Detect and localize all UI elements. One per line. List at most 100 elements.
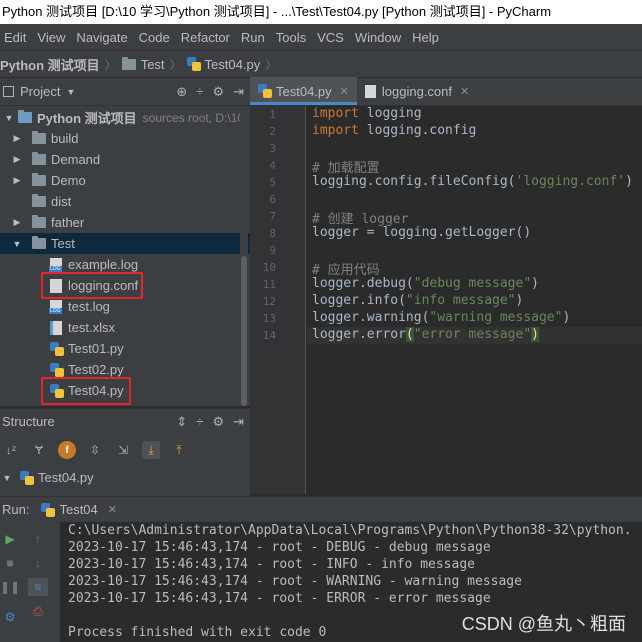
close-icon[interactable]: ✕ bbox=[340, 85, 349, 98]
tree-item-label: father bbox=[51, 215, 85, 230]
tree-item-label: example.log bbox=[68, 257, 139, 272]
rerun-icon[interactable]: ▶ bbox=[0, 530, 20, 548]
tree-item-label: Python 测试项目 bbox=[37, 111, 137, 126]
autoscroll-from-source-icon[interactable]: ⤒ bbox=[170, 441, 188, 459]
tree-item-label: Test02.py bbox=[68, 362, 124, 377]
gear-icon[interactable]: ⚙ bbox=[212, 414, 224, 430]
console-line: C:\Users\Administrator\AppData\Local\Pro… bbox=[68, 523, 632, 538]
tree-item-demo[interactable]: ▶ Demo bbox=[0, 170, 250, 191]
expand-icon[interactable]: ⇳ bbox=[86, 441, 104, 459]
breadcrumb-file-label: Test04.py bbox=[204, 56, 261, 72]
code-editor[interactable]: 1 2 3 4 5 6 7 8 9 10 11 12 13 14 import … bbox=[250, 106, 642, 494]
tree-item-test-log[interactable]: test.log bbox=[0, 296, 250, 317]
breadcrumb-project[interactable]: Python 测试项目 bbox=[0, 55, 100, 74]
chevron-down-icon[interactable]: ▼ bbox=[4, 113, 14, 123]
print-icon[interactable]: ⎙ bbox=[28, 602, 48, 620]
folder-icon bbox=[32, 131, 46, 144]
close-icon[interactable]: ✕ bbox=[108, 503, 117, 516]
breadcrumb-file[interactable]: Test04.py bbox=[186, 56, 261, 72]
line-number: 8 bbox=[269, 227, 276, 240]
project-tree: ▼ Python 测试项目 sources root, D:\10 ▶ buil… bbox=[0, 106, 250, 406]
menu-edit[interactable]: Edit bbox=[4, 30, 26, 45]
collapse-all-icon[interactable]: ÷ bbox=[196, 84, 203, 100]
show-inherited-icon[interactable]: Ɏ bbox=[30, 441, 48, 459]
menu-navigate[interactable]: Navigate bbox=[76, 30, 127, 45]
locate-icon[interactable]: ⊕ bbox=[176, 84, 187, 100]
menu-run[interactable]: Run bbox=[241, 30, 265, 45]
code-text: logger.info( bbox=[312, 293, 406, 308]
tab-test04[interactable]: Test04.py ✕ bbox=[250, 77, 357, 105]
tree-item-label: build bbox=[51, 131, 79, 146]
autoscroll-to-source-icon[interactable]: ⤓ bbox=[142, 441, 160, 459]
scrollbar-thumb[interactable] bbox=[241, 256, 247, 406]
hide-icon[interactable]: ⇥ bbox=[233, 414, 244, 430]
chevron-right-icon[interactable]: ▶ bbox=[12, 175, 22, 186]
stop-icon[interactable]: ■ bbox=[0, 554, 20, 572]
menu-vcs[interactable]: VCS bbox=[317, 30, 344, 45]
menu-view[interactable]: View bbox=[37, 30, 65, 45]
tree-item-build[interactable]: ▶ build bbox=[0, 128, 250, 149]
menu-refactor[interactable]: Refactor bbox=[181, 30, 230, 45]
project-panel-title[interactable]: Project bbox=[20, 84, 60, 99]
collapse-icon[interactable]: ⇲ bbox=[114, 441, 132, 459]
folder-icon bbox=[32, 236, 46, 249]
menu-tools[interactable]: Tools bbox=[276, 30, 306, 45]
line-number-gutter: 1 2 3 4 5 6 7 8 9 10 11 12 13 14 bbox=[250, 106, 306, 494]
run-tab-test04[interactable]: Test04 ✕ bbox=[41, 502, 117, 517]
chevron-right-icon[interactable]: ▶ bbox=[12, 154, 22, 165]
chevron-right-icon[interactable]: ▶ bbox=[12, 133, 22, 144]
tree-item-father[interactable]: ▶ father bbox=[0, 212, 250, 233]
tree-item-label: Test bbox=[51, 236, 75, 251]
breadcrumb: Python 测试项目 〉 Test 〉 Test04.py 〉 bbox=[0, 50, 642, 78]
chevron-right-icon: 〉 bbox=[104, 57, 117, 72]
chevron-down-icon[interactable]: ▼ bbox=[66, 87, 75, 97]
code-line-1: import logging bbox=[312, 106, 422, 121]
chevron-right-icon: 〉 bbox=[265, 57, 278, 72]
show-fields-icon[interactable]: f bbox=[58, 441, 76, 459]
scroll-up-icon[interactable]: ↑ bbox=[28, 530, 48, 548]
line-number: 4 bbox=[269, 159, 276, 172]
collapse-all-icon[interactable]: ÷ bbox=[196, 414, 203, 430]
sort-alpha-icon[interactable]: ↓ᶻ bbox=[2, 441, 20, 459]
string-literal: "warning message" bbox=[429, 310, 563, 325]
tree-item-test[interactable]: ▼ Test bbox=[0, 233, 250, 254]
code-text: logger.error bbox=[312, 327, 406, 342]
gear-icon[interactable]: ⚙ bbox=[212, 84, 224, 100]
tree-item-test01[interactable]: Test01.py bbox=[0, 338, 250, 359]
spreadsheet-file-icon bbox=[50, 320, 62, 335]
tree-item-project-root[interactable]: ▼ Python 测试项目 sources root, D:\10 bbox=[0, 107, 250, 128]
menu-window[interactable]: Window bbox=[355, 30, 401, 45]
line-number: 9 bbox=[269, 244, 276, 257]
expand-all-icon[interactable]: ⇕ bbox=[176, 414, 187, 430]
tab-label: logging.conf bbox=[381, 83, 452, 99]
matching-brace: ) bbox=[531, 327, 539, 342]
tree-item-test-xlsx[interactable]: test.xlsx bbox=[0, 317, 250, 338]
tab-logging-conf[interactable]: logging.conf ✕ bbox=[357, 77, 477, 105]
tree-item-demand[interactable]: ▶ Demand bbox=[0, 149, 250, 170]
settings-icon[interactable]: ⚙ bbox=[0, 608, 20, 626]
chevron-down-icon[interactable]: ▼ bbox=[12, 239, 22, 249]
chevron-right-icon[interactable]: ▶ bbox=[12, 217, 22, 228]
breadcrumb-folder-label: Test bbox=[140, 56, 165, 72]
close-icon[interactable]: ✕ bbox=[460, 85, 469, 98]
code-text: logging.config bbox=[358, 123, 477, 138]
structure-panel-title[interactable]: Structure bbox=[2, 414, 55, 429]
project-panel-header: Project ▼ ⊕ ÷ ⚙ ⇥ bbox=[0, 78, 250, 106]
project-view-icon bbox=[3, 86, 14, 97]
python-file-icon bbox=[50, 362, 64, 377]
breadcrumb-folder[interactable]: Test bbox=[121, 56, 165, 72]
project-tree-scrollbar[interactable] bbox=[240, 106, 248, 406]
string-literal: "info message" bbox=[405, 293, 516, 308]
menu-code[interactable]: Code bbox=[139, 30, 170, 45]
scroll-down-icon[interactable]: ↓ bbox=[28, 554, 48, 572]
hide-icon[interactable]: ⇥ bbox=[233, 84, 244, 100]
structure-item-root[interactable]: ▼ Test04.py bbox=[0, 467, 250, 488]
structure-tree: ▼ Test04.py bbox=[0, 466, 250, 496]
line-number: 5 bbox=[269, 176, 276, 189]
pause-icon[interactable]: ❚❚ bbox=[0, 578, 20, 596]
chevron-down-icon[interactable]: ▼ bbox=[2, 473, 12, 483]
tree-item-dist[interactable]: ▶ dist bbox=[0, 191, 250, 212]
soft-wrap-icon[interactable]: ≡ bbox=[28, 578, 48, 596]
menu-help[interactable]: Help bbox=[412, 30, 439, 45]
code-line-13: logger.warning("warning message") bbox=[312, 310, 570, 325]
